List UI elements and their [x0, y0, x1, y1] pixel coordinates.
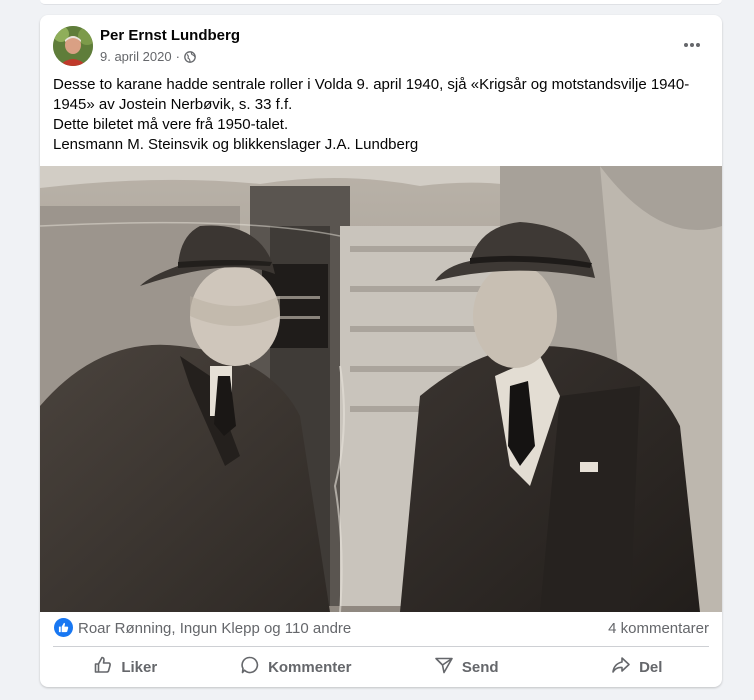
post-text: Desse to karane hadde sentrale roller i … — [53, 75, 703, 155]
meta-separator: · — [175, 49, 180, 64]
reactions-bar: Roar Rønning, Ingun Klepp og 110 andre 4… — [40, 613, 722, 645]
previous-post-edge — [40, 0, 722, 5]
send-button[interactable]: Send — [381, 651, 552, 683]
post-card: Per Ernst Lundberg 9. april 2020 · Desse… — [40, 15, 722, 687]
send-icon — [434, 655, 454, 679]
post-text-line: Lensmann M. Steinsvik og blikkenslager J… — [53, 136, 419, 153]
like-button[interactable]: Liker — [40, 651, 211, 683]
send-label: Send — [461, 658, 499, 676]
post-text-line: Desse to karane hadde sentrale roller i … — [53, 76, 690, 93]
post-text-line: Dette biletet må vere frå 1950-talet. — [53, 116, 289, 133]
share-button[interactable]: Del — [552, 651, 723, 683]
post-text-line: 1945» av Jostein Nerbøvik, s. 33 f.f. — [53, 96, 293, 113]
share-label: Del — [639, 658, 663, 676]
thumbs-up-icon — [93, 655, 113, 679]
author-name[interactable]: Per Ernst Lundberg — [100, 27, 240, 44]
author-avatar[interactable] — [53, 26, 93, 66]
share-icon — [611, 655, 631, 679]
comment-count[interactable]: 4 kommentarer — [608, 620, 709, 637]
more-icon[interactable] — [678, 33, 706, 57]
post-date[interactable]: 9. april 2020 — [100, 49, 172, 64]
like-label: Liker — [121, 658, 158, 676]
post-header: Per Ernst Lundberg 9. april 2020 · — [40, 15, 722, 75]
post-photo[interactable] — [40, 166, 722, 612]
like-reaction-icon[interactable] — [54, 618, 73, 637]
comment-icon — [240, 655, 260, 679]
divider — [53, 646, 709, 647]
comment-label: Kommenter — [268, 658, 352, 676]
post-meta: 9. april 2020 · — [100, 49, 196, 64]
globe-icon[interactable] — [184, 50, 196, 63]
action-bar: Liker Kommenter Send Del — [40, 651, 722, 683]
comment-button[interactable]: Kommenter — [211, 651, 382, 683]
reaction-names[interactable]: Roar Rønning, Ingun Klepp og 110 andre — [78, 620, 351, 637]
